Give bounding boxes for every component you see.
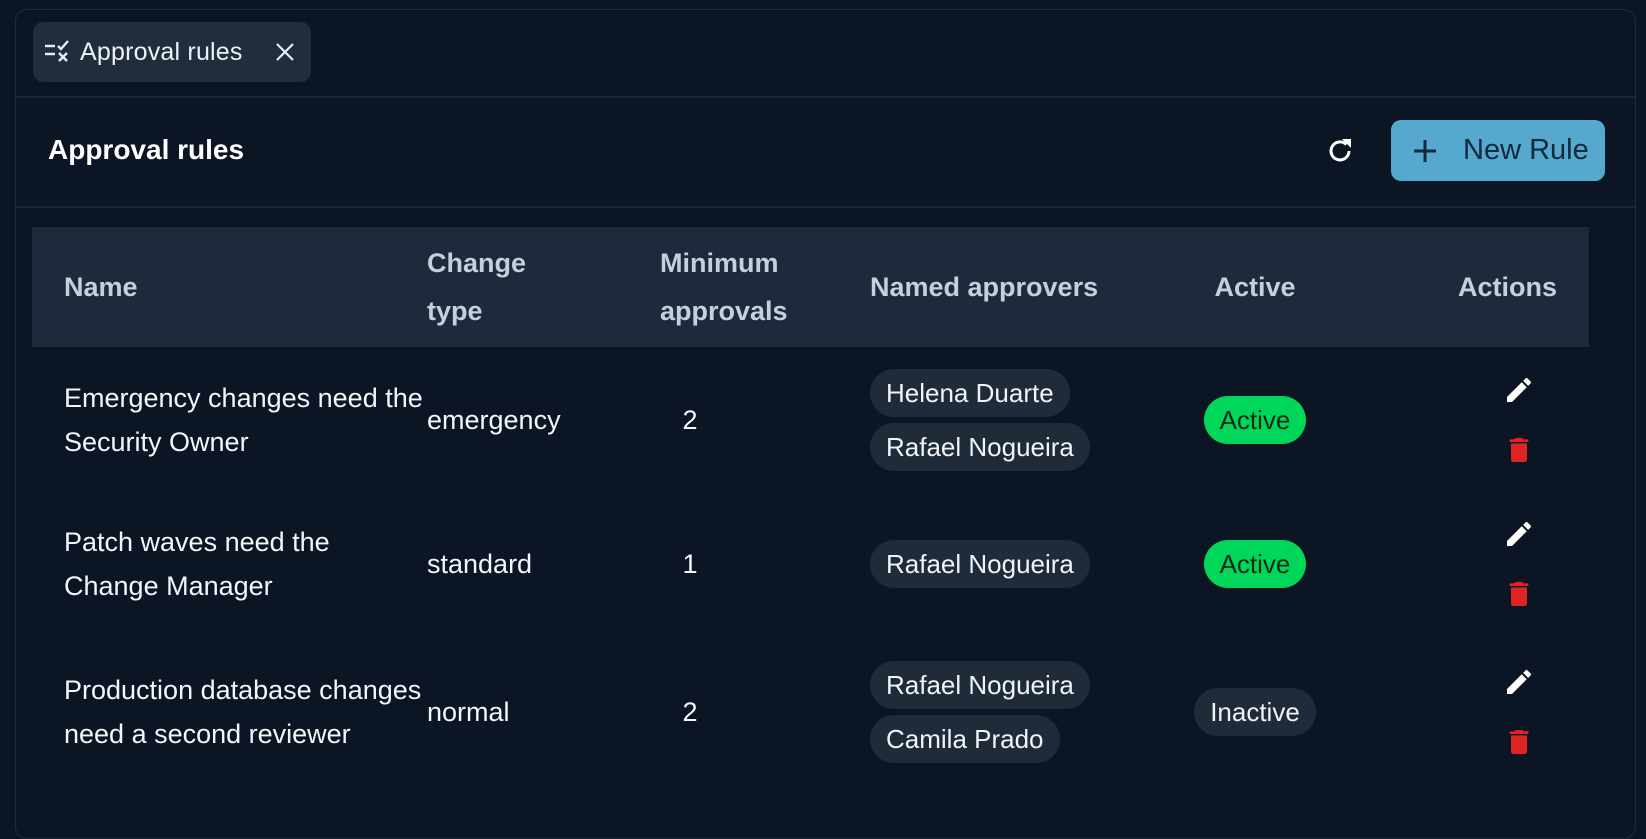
- table-row: Patch waves need the Change Manager stan…: [32, 492, 1589, 636]
- approver-chip: Rafael Nogueira: [870, 540, 1090, 588]
- actions-cell: [1335, 636, 1589, 788]
- approval-rules-table: Name Change type Minimum approvals Named…: [32, 227, 1589, 788]
- active-cell: Active: [1175, 492, 1335, 636]
- status-badge: Active: [1203, 395, 1307, 444]
- column-header-active[interactable]: Active: [1175, 227, 1335, 347]
- tab-approval-rules[interactable]: Approval rules: [33, 22, 311, 82]
- delete-button[interactable]: [1499, 430, 1539, 470]
- status-badge: Inactive: [1194, 688, 1316, 736]
- delete-button[interactable]: [1499, 574, 1539, 614]
- rule-list-icon: [45, 40, 69, 62]
- new-rule-label: New Rule: [1463, 134, 1589, 166]
- minimum-approvals: 2: [682, 404, 698, 435]
- rule-name: Production database changes need a secon…: [64, 675, 422, 749]
- column-header-name[interactable]: Name: [32, 227, 427, 347]
- approver-chip: Camila Prado: [870, 715, 1060, 763]
- close-icon: [276, 43, 294, 61]
- rule-name: Emergency changes need the Security Owne…: [64, 382, 423, 457]
- minimum-approvals: 1: [682, 549, 698, 579]
- minimum-approvals: 2: [682, 697, 698, 727]
- plus-icon: [1414, 139, 1436, 162]
- named-approvers-cell: Rafael Nogueira Camila Prado: [870, 636, 1175, 788]
- table-header-row: Name Change type Minimum approvals Named…: [32, 227, 1589, 347]
- named-approvers-cell: Helena Duarte Rafael Nogueira: [870, 347, 1175, 492]
- approver-chip: Rafael Nogueira: [870, 422, 1090, 471]
- refresh-icon: [1329, 139, 1351, 162]
- close-tab-button[interactable]: [269, 36, 301, 68]
- status-badge: Active: [1203, 540, 1307, 588]
- page-header: Approval rules New Rule: [16, 98, 1635, 208]
- column-header-minimum-approvals-label: Minimum approvals: [660, 248, 788, 326]
- change-type: standard: [427, 549, 533, 579]
- column-header-change-type-label: Change type: [427, 248, 527, 326]
- page-title: Approval rules: [48, 134, 245, 165]
- edit-button[interactable]: [1499, 514, 1539, 554]
- column-header-named-approvers[interactable]: Named approvers: [870, 227, 1175, 347]
- delete-button[interactable]: [1499, 722, 1539, 762]
- change-type: emergency: [427, 404, 561, 435]
- named-approvers-cell: Rafael Nogueira: [870, 492, 1175, 636]
- approver-chip: Helena Duarte: [870, 368, 1070, 417]
- active-cell: Inactive: [1175, 636, 1335, 788]
- rule-name: Patch waves need the Change Manager: [64, 527, 330, 601]
- change-type: normal: [427, 697, 510, 727]
- new-rule-button[interactable]: New Rule: [1391, 120, 1605, 181]
- actions-cell: [1335, 492, 1589, 636]
- trash-icon: [1509, 582, 1529, 606]
- trash-icon: [1509, 730, 1529, 754]
- trash-icon: [1509, 437, 1529, 462]
- refresh-button[interactable]: [1318, 129, 1362, 173]
- edit-button[interactable]: [1499, 370, 1539, 410]
- pencil-icon: [1507, 669, 1531, 694]
- column-header-change-type[interactable]: Change type: [427, 227, 660, 347]
- table-row: Emergency changes need the Security Owne…: [32, 347, 1589, 492]
- actions-cell: [1335, 347, 1589, 492]
- column-header-minimum-approvals[interactable]: Minimum approvals: [660, 227, 870, 347]
- approver-chip: Rafael Nogueira: [870, 661, 1090, 709]
- active-cell: Active: [1175, 347, 1335, 492]
- table-row: Production database changes need a secon…: [32, 636, 1589, 788]
- tab-label: Approval rules: [80, 37, 243, 66]
- pencil-icon: [1507, 521, 1531, 546]
- column-header-actions: Actions: [1457, 272, 1557, 302]
- pencil-icon: [1507, 377, 1531, 402]
- tab-bar: Approval rules: [16, 10, 1635, 98]
- edit-button[interactable]: [1499, 662, 1539, 702]
